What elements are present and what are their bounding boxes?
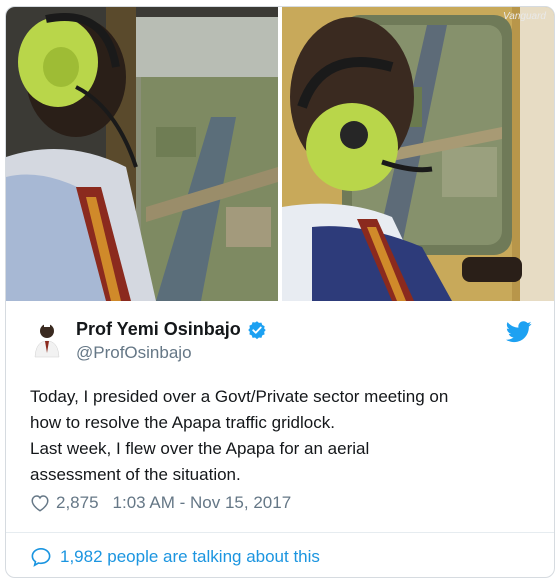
twitter-bird-icon[interactable] xyxy=(506,321,532,343)
display-name-row[interactable]: Prof Yemi Osinbajo xyxy=(76,319,267,340)
conversation-link[interactable]: 1,982 people are talking about this xyxy=(30,547,320,567)
photo-watermark: Vanguard xyxy=(503,11,546,22)
tweet-text-line: Today, I presided over a Govt/Private se… xyxy=(30,387,449,406)
conversation-count[interactable]: 1,982 people are talking about this xyxy=(60,547,320,567)
speech-bubble-icon xyxy=(31,547,51,567)
heart-icon[interactable] xyxy=(30,494,50,512)
verified-badge-icon xyxy=(247,320,266,339)
photo-left[interactable] xyxy=(6,7,278,301)
divider xyxy=(6,532,554,533)
tweet-text-line: assessment of the situation. xyxy=(30,465,241,484)
photo-left-image xyxy=(6,7,278,301)
tweet-header: Prof Yemi Osinbajo @ProfOsinbajo xyxy=(26,313,534,369)
photo-right-image xyxy=(282,7,554,301)
tweet-meta: 2,875 1:03 AM - Nov 15, 2017 xyxy=(30,493,291,513)
like-count[interactable]: 2,875 xyxy=(56,493,99,513)
tweet-text-line: Last week, I flew over the Apapa for an … xyxy=(30,439,370,458)
tweet-card: Vanguard Prof Yemi Osinbajo @ProfOsinbaj… xyxy=(5,6,555,578)
user-handle[interactable]: @ProfOsinbajo xyxy=(76,343,192,363)
photo-right[interactable]: Vanguard xyxy=(282,7,554,301)
tweet-text-line: how to resolve the Apapa traffic gridloc… xyxy=(30,413,335,432)
tweet-timestamp[interactable]: 1:03 AM - Nov 15, 2017 xyxy=(113,493,292,513)
display-name[interactable]: Prof Yemi Osinbajo xyxy=(76,319,241,340)
avatar[interactable] xyxy=(32,321,62,361)
tweet-text: Today, I presided over a Govt/Private se… xyxy=(30,384,534,488)
photo-grid: Vanguard xyxy=(6,7,554,301)
